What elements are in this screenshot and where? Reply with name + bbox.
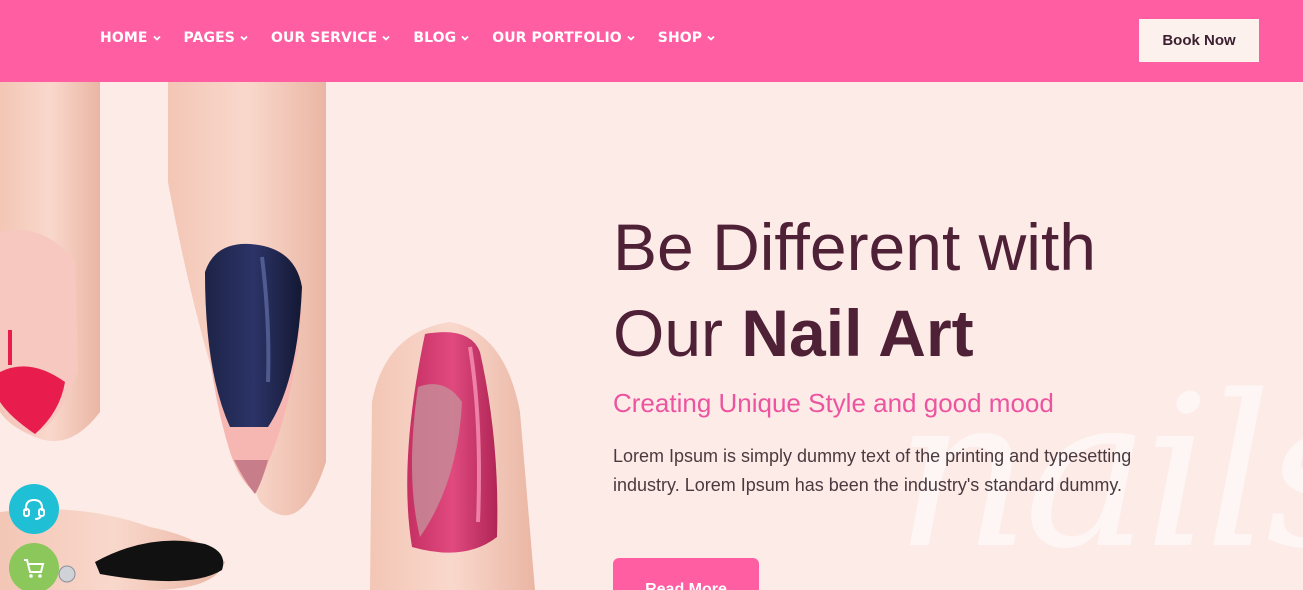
hero-title: Be Different with Our Nail Art bbox=[613, 204, 1096, 376]
menu-item-shop[interactable]: SHOP bbox=[658, 30, 716, 46]
hero-title-line2-regular: Our bbox=[613, 296, 742, 370]
chevron-down-icon bbox=[627, 35, 635, 41]
support-widget-button[interactable] bbox=[9, 484, 59, 534]
cart-icon bbox=[24, 559, 45, 578]
cart-widget-button[interactable] bbox=[9, 543, 59, 590]
book-now-button[interactable]: Book Now bbox=[1139, 19, 1259, 62]
hero-description: Lorem Ipsum is simply dummy text of the … bbox=[613, 446, 1132, 495]
hero-subtitle: Creating Unique Style and good mood bbox=[613, 388, 1054, 418]
menu-item-our-portfolio[interactable]: OUR PORTFOLIO bbox=[492, 30, 636, 46]
main-menu: HOME PAGES OUR SERVICE BLOG OUR PORTFOLI… bbox=[100, 30, 738, 46]
menu-item-home[interactable]: HOME bbox=[100, 30, 162, 46]
menu-item-label: SHOP bbox=[657, 30, 703, 46]
menu-item-label: HOME bbox=[100, 30, 148, 46]
top-navigation: HOME PAGES OUR SERVICE BLOG OUR PORTFOLI… bbox=[0, 0, 1303, 82]
menu-item-label: OUR SERVICE bbox=[270, 30, 378, 46]
chevron-down-icon bbox=[707, 35, 715, 41]
menu-item-label: PAGES bbox=[183, 30, 235, 46]
menu-item-label: BLOG bbox=[413, 30, 457, 46]
hero-title-line1: Be Different with bbox=[613, 210, 1097, 284]
menu-item-our-service[interactable]: OUR SERVICE bbox=[271, 30, 391, 46]
hero-title-line2-bold: Nail Art bbox=[741, 296, 974, 370]
menu-item-label: OUR PORTFOLIO bbox=[492, 30, 622, 46]
chevron-down-icon bbox=[240, 35, 248, 41]
headset-icon bbox=[23, 498, 45, 520]
nail-art-illustration bbox=[0, 82, 535, 590]
chevron-down-icon bbox=[382, 35, 390, 41]
hero-section: nails bbox=[0, 82, 1303, 590]
read-more-button[interactable]: Read More bbox=[613, 558, 759, 590]
chevron-down-icon bbox=[461, 35, 469, 41]
menu-item-pages[interactable]: PAGES bbox=[184, 30, 249, 46]
chevron-down-icon bbox=[152, 35, 161, 41]
menu-item-blog[interactable]: BLOG bbox=[413, 30, 470, 46]
